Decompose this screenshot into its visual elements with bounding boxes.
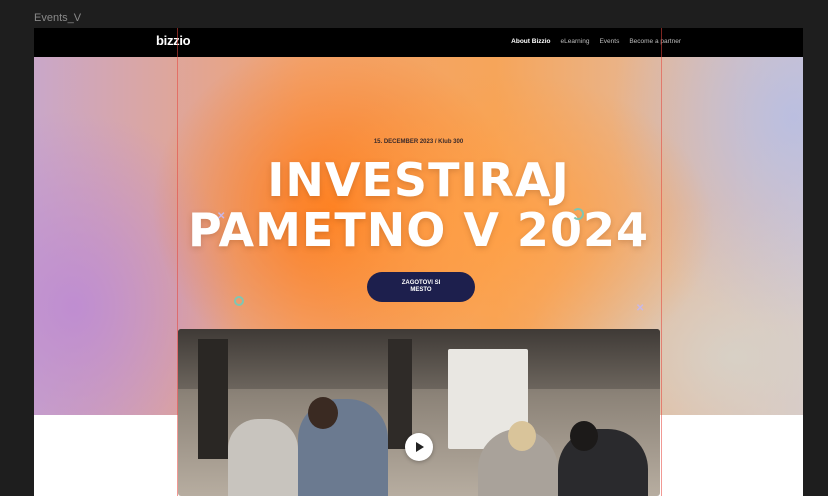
nav-link-elearning[interactable]: eLearning	[561, 38, 590, 45]
hero-title: INVESTIRAJ PAMETNO V 2024	[34, 155, 803, 255]
nav-link-about[interactable]: About Bizzio	[511, 38, 550, 45]
decor-arc-icon	[572, 208, 584, 220]
nav-links: About Bizzio eLearning Events Become a p…	[511, 38, 681, 45]
nav-link-events[interactable]: Events	[599, 38, 619, 45]
reserve-seat-button[interactable]: ZAGOTOVI SI MESTO	[367, 272, 475, 302]
play-button[interactable]	[405, 433, 433, 461]
photo-window	[388, 339, 412, 449]
layout-guide-right	[661, 28, 662, 496]
hero-title-line1: INVESTIRAJ	[267, 153, 570, 207]
nav-link-partner[interactable]: Become a partner	[629, 38, 681, 45]
photo-person-head	[570, 421, 598, 451]
photo-person-head	[308, 397, 338, 429]
photo-background	[178, 329, 660, 389]
frame-label: Events_V	[34, 12, 82, 24]
hero-title-line2: PAMETNO V 2024	[188, 203, 649, 257]
cta-label-line1: ZAGOTOVI SI	[401, 280, 441, 286]
cta-label-line2: MESTO	[410, 287, 432, 293]
photo-window	[198, 339, 228, 459]
play-icon	[416, 442, 424, 452]
design-frame: bizzio About Bizzio eLearning Events Bec…	[34, 28, 803, 496]
top-navbar: bizzio About Bizzio eLearning Events Bec…	[34, 28, 803, 57]
bizzio-logo[interactable]: bizzio	[156, 33, 191, 48]
event-date-location: 15. DECEMBER 2023 / Klub 300	[373, 139, 464, 145]
decor-ring-icon	[234, 296, 244, 306]
decor-sparkle-icon: ✕	[217, 211, 226, 222]
photo-person-head	[508, 421, 536, 451]
video-thumbnail[interactable]	[178, 329, 660, 496]
photo-person	[228, 419, 298, 496]
decor-sparkle-icon: ✕	[636, 303, 645, 314]
layout-guide-left	[177, 28, 178, 496]
